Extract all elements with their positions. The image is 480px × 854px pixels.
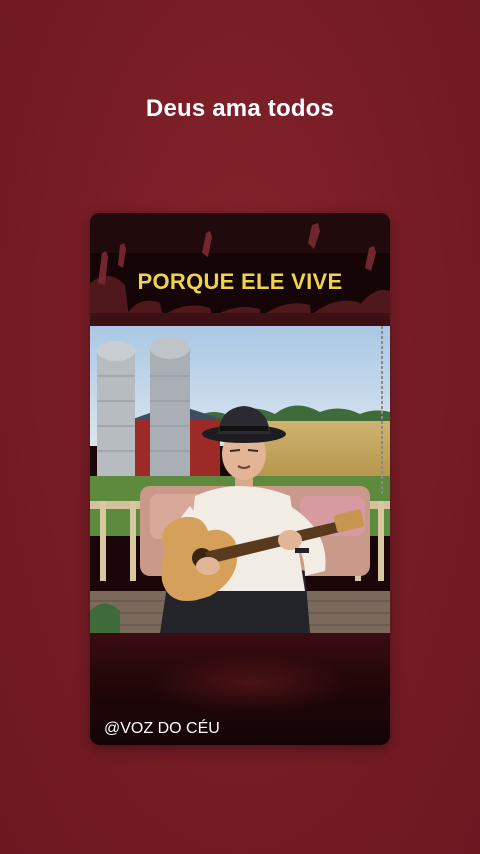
page-title: Deus ama todos [145, 95, 335, 122]
video-banner: PORQUE ELE VIVE [90, 213, 390, 326]
video-footer: @VOZ DO CÉU [90, 633, 390, 745]
video-banner-text: PORQUE ELE VIVE [137, 269, 343, 294]
channel-handle[interactable]: @VOZ DO CÉU [104, 720, 220, 738]
video-post[interactable]: PORQUE ELE VIVE @VOZ DO CÉU [90, 213, 390, 745]
video-frame [90, 326, 390, 633]
footer-glow [150, 653, 350, 713]
